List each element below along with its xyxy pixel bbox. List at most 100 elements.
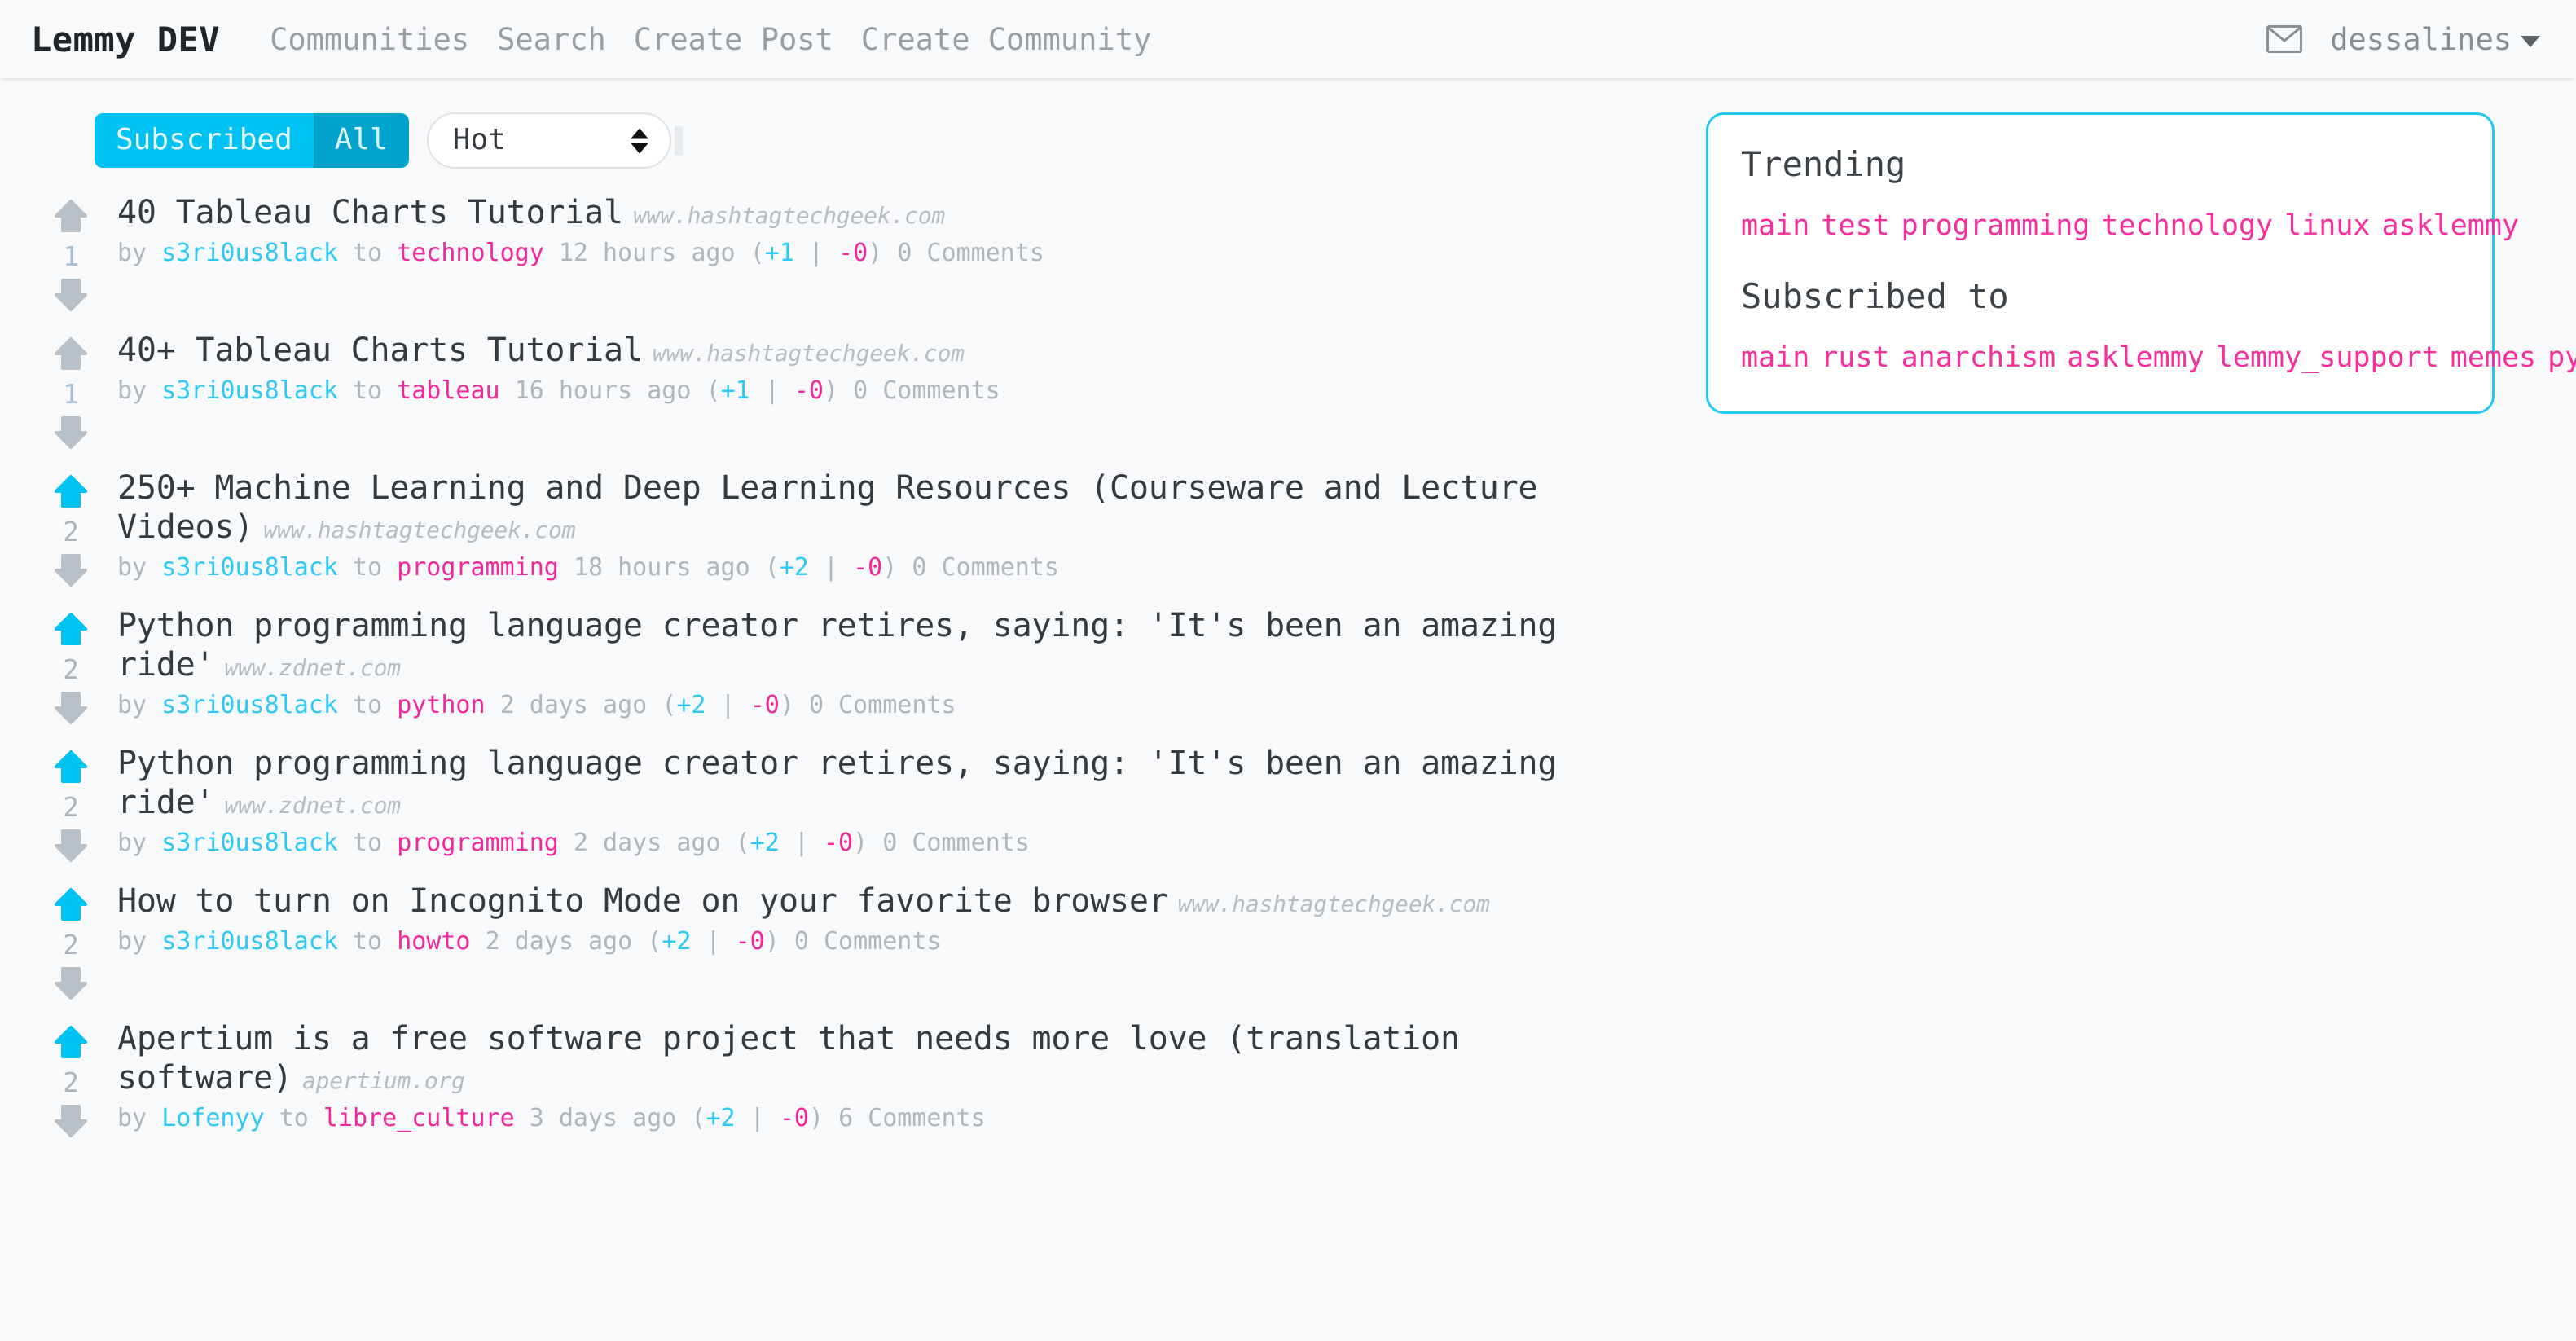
subscribed-community-link[interactable]: asklemmy: [2067, 341, 2205, 374]
post-meta: by s3ri0us8lack to technology 12 hours a…: [117, 238, 1690, 269]
brand-logo[interactable]: Lemmy DEV: [31, 20, 220, 59]
subscribed-community-link[interactable]: lemmy_support: [2216, 341, 2439, 374]
post-upvotes: +1: [720, 376, 750, 406]
post-domain[interactable]: www.zdnet.com: [224, 792, 401, 819]
upvote-icon[interactable]: [53, 1024, 89, 1063]
trending-community-link[interactable]: programming: [1901, 209, 2090, 242]
post-comments-link[interactable]: 0 Comments: [853, 376, 1000, 405]
post-title-line: Apertium is a free software project that…: [117, 1019, 1690, 1097]
trending-community-link[interactable]: main: [1741, 209, 1809, 242]
post-score: 2: [63, 1066, 79, 1099]
trending-title: Trending: [1741, 144, 1906, 184]
post-comments-link[interactable]: 0 Comments: [897, 239, 1044, 267]
post-domain[interactable]: www.hashtagtechgeek.com: [653, 340, 965, 367]
post-community[interactable]: technology: [397, 239, 544, 267]
post-to-label: to: [353, 376, 383, 406]
post-upvotes: +2: [662, 927, 692, 956]
downvote-icon[interactable]: [53, 965, 89, 1005]
user-menu[interactable]: dessalines: [2330, 22, 2540, 57]
trending-community-link[interactable]: technology: [2101, 209, 2273, 242]
page-container: Subscribed All HotNewTopDayTopWeekTopMon…: [0, 78, 2576, 1341]
post-downvotes: -0: [838, 239, 868, 268]
sort-select[interactable]: HotNewTopDayTopWeekTopMonthTopYearTopAll: [426, 112, 671, 169]
downvote-icon[interactable]: [53, 277, 89, 316]
post-body: 40+ Tableau Charts Tutorial www.hashtagte…: [95, 331, 1690, 454]
downvote-icon[interactable]: [53, 415, 89, 454]
vote-column: 2: [47, 468, 95, 591]
upvote-icon[interactable]: [53, 749, 89, 788]
subscribed-community-link[interactable]: rust: [1821, 341, 1889, 374]
listing-type-subscribed[interactable]: Subscribed: [95, 112, 314, 169]
nav-link-search[interactable]: Search: [483, 22, 620, 57]
post-domain[interactable]: www.hashtagtechgeek.com: [1178, 890, 1490, 917]
upvote-icon[interactable]: [53, 886, 89, 926]
post-title-line: Python programming language creator reti…: [117, 606, 1690, 684]
subscribed-community-link[interactable]: anarchism: [1901, 341, 2056, 374]
post-to-label: to: [279, 1104, 309, 1133]
post-comments-link[interactable]: 0 Comments: [794, 927, 942, 956]
downvote-icon[interactable]: [53, 1103, 89, 1142]
post-title[interactable]: How to turn on Incognito Mode on your fa…: [117, 882, 1168, 920]
post-community[interactable]: tableau: [397, 376, 499, 405]
nav-link-create-community[interactable]: Create Community: [847, 22, 1165, 57]
post-domain[interactable]: www.hashtagtechgeek.com: [633, 202, 945, 229]
post-upvotes: +1: [764, 239, 794, 268]
upvote-icon[interactable]: [53, 336, 89, 375]
subscribed-community-link[interactable]: memes: [2451, 341, 2536, 374]
post-published: 2 days ago: [573, 829, 721, 858]
nav-link-create-post[interactable]: Create Post: [620, 22, 847, 57]
post-comments-link[interactable]: 0 Comments: [912, 553, 1059, 582]
subscribed-community-link[interactable]: main: [1741, 341, 1809, 374]
post-title[interactable]: 40+ Tableau Charts Tutorial: [117, 332, 643, 369]
trending-community-link[interactable]: linux: [2284, 209, 2370, 242]
post-to-label: to: [353, 927, 383, 956]
post-comments-link[interactable]: 0 Comments: [882, 829, 1030, 857]
downvote-icon[interactable]: [53, 690, 89, 729]
post-community[interactable]: programming: [397, 829, 559, 857]
post-upvotes: +2: [676, 691, 706, 720]
post-title[interactable]: 40 Tableau Charts Tutorial: [117, 194, 623, 231]
downvote-icon[interactable]: [53, 552, 89, 591]
trending-community-link[interactable]: test: [1821, 209, 1889, 242]
post-score: 2: [63, 791, 79, 824]
post-community[interactable]: python: [397, 691, 485, 719]
post-title-line: 40 Tableau Charts Tutorial www.hashtagtec…: [117, 193, 1690, 232]
post-body: 40 Tableau Charts Tutorial www.hashtagtec…: [95, 193, 1690, 316]
post-community[interactable]: programming: [397, 553, 559, 582]
post-comments-link[interactable]: 0 Comments: [809, 691, 956, 719]
nav-link-communities[interactable]: Communities: [256, 22, 483, 57]
post-published: 12 hours ago: [558, 239, 736, 268]
post-author[interactable]: s3ri0us8lack: [161, 376, 338, 405]
upvote-icon[interactable]: [53, 198, 89, 237]
post-author[interactable]: Lofenyy: [161, 1104, 264, 1132]
upvote-icon[interactable]: [53, 611, 89, 650]
post-community[interactable]: howto: [397, 927, 470, 956]
downvote-icon[interactable]: [53, 828, 89, 867]
post-comments-link[interactable]: 6 Comments: [838, 1104, 986, 1132]
post-domain[interactable]: apertium.org: [302, 1067, 465, 1094]
post-author[interactable]: s3ri0us8lack: [161, 829, 338, 857]
post-author[interactable]: s3ri0us8lack: [161, 691, 338, 719]
post-downvotes: -0: [735, 927, 765, 956]
post-author[interactable]: s3ri0us8lack: [161, 239, 338, 267]
subscribed-community-link[interactable]: python: [2547, 341, 2576, 374]
post-author[interactable]: s3ri0us8lack: [161, 927, 338, 956]
envelope-icon[interactable]: [2266, 25, 2303, 53]
post-community[interactable]: libre_culture: [323, 1104, 515, 1132]
post-title-line: 250+ Machine Learning and Deep Learning …: [117, 468, 1690, 547]
post-author[interactable]: s3ri0us8lack: [161, 553, 338, 582]
trending-community-link[interactable]: asklemmy: [2381, 209, 2519, 242]
upvote-icon[interactable]: [53, 473, 89, 512]
listing-type-all[interactable]: All: [313, 112, 409, 169]
post-meta: by s3ri0us8lack to programming 18 hours …: [117, 552, 1690, 583]
chevron-down-icon: [2521, 35, 2540, 47]
vote-column: 1: [47, 331, 95, 454]
post-by-label: by: [117, 376, 147, 406]
post-domain[interactable]: www.zdnet.com: [224, 654, 401, 681]
user-menu-label: dessalines: [2330, 21, 2512, 57]
post-vote-counts: (+2 | -0): [764, 553, 898, 583]
post-score: 2: [63, 516, 79, 548]
post-domain[interactable]: www.hashtagtechgeek.com: [263, 517, 575, 543]
post-body: Apertium is a free software project that…: [95, 1019, 1690, 1142]
post-body: Python programming language creator reti…: [95, 744, 1690, 867]
